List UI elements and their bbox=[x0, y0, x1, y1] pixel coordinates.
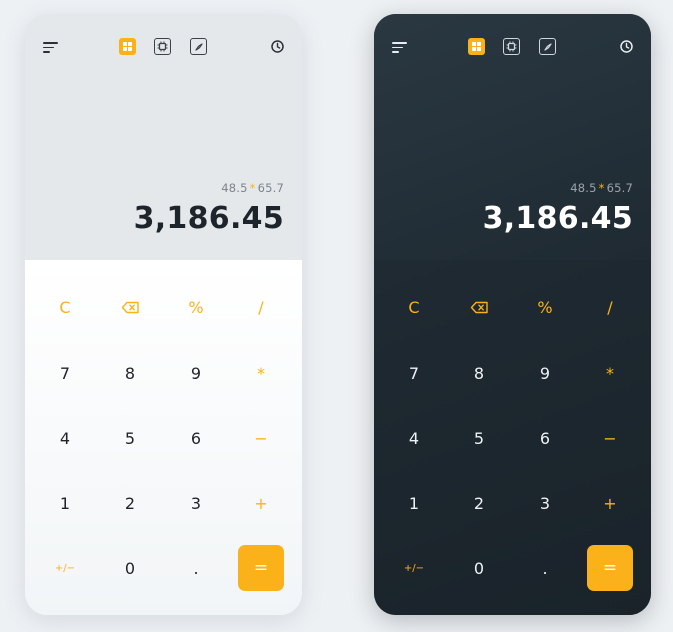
compass-icon bbox=[194, 42, 203, 51]
plus-key[interactable]: + bbox=[587, 480, 633, 526]
key-1[interactable]: 1 bbox=[42, 480, 88, 526]
expression-left-operand: 48.5 bbox=[570, 181, 597, 195]
key-2[interactable]: 2 bbox=[456, 480, 502, 526]
equals-key[interactable]: = bbox=[587, 545, 633, 591]
key-0[interactable]: 0 bbox=[107, 545, 153, 591]
converter-mode-button[interactable] bbox=[539, 38, 556, 55]
display-panel: 48.5 * 65.7 3,186.45 bbox=[374, 14, 651, 260]
clock-icon[interactable] bbox=[620, 40, 633, 53]
menu-icon[interactable] bbox=[392, 42, 407, 53]
key-5[interactable]: 5 bbox=[456, 415, 502, 461]
key-2[interactable]: 2 bbox=[107, 480, 153, 526]
scientific-mode-button[interactable] bbox=[503, 38, 520, 55]
clear-key[interactable]: C bbox=[391, 284, 437, 330]
divide-key[interactable]: / bbox=[587, 284, 633, 330]
plus-key[interactable]: + bbox=[238, 480, 284, 526]
negate-key[interactable]: +/− bbox=[391, 545, 437, 591]
key-4[interactable]: 4 bbox=[391, 415, 437, 461]
grid-icon bbox=[472, 42, 481, 51]
calculator-light: 48.5 * 65.7 3,186.45 C % / 7 8 9 * 4 5 6 −… bbox=[25, 14, 302, 615]
backspace-icon bbox=[121, 301, 139, 313]
key-5[interactable]: 5 bbox=[107, 415, 153, 461]
key-3[interactable]: 3 bbox=[522, 480, 568, 526]
key-8[interactable]: 8 bbox=[107, 350, 153, 396]
key-4[interactable]: 4 bbox=[42, 415, 88, 461]
minus-key[interactable]: − bbox=[587, 415, 633, 461]
multiply-key[interactable]: * bbox=[238, 350, 284, 396]
decimal-key[interactable]: . bbox=[173, 545, 219, 591]
compass-icon bbox=[543, 42, 552, 51]
percent-key[interactable]: % bbox=[173, 284, 219, 330]
backspace-icon bbox=[470, 301, 488, 313]
expression-operator: * bbox=[249, 181, 256, 195]
backspace-key[interactable] bbox=[456, 284, 502, 330]
display-panel: 48.5 * 65.7 3,186.45 bbox=[25, 14, 302, 260]
grid-icon bbox=[123, 42, 132, 51]
key-9[interactable]: 9 bbox=[173, 350, 219, 396]
scientific-mode-button[interactable] bbox=[154, 38, 171, 55]
divide-key[interactable]: / bbox=[238, 284, 284, 330]
menu-icon[interactable] bbox=[43, 42, 58, 53]
negate-key[interactable]: +/− bbox=[42, 545, 88, 591]
key-7[interactable]: 7 bbox=[391, 350, 437, 396]
chip-icon bbox=[157, 41, 168, 52]
standard-mode-button[interactable] bbox=[119, 38, 136, 55]
expression-operator: * bbox=[598, 181, 605, 195]
result-value: 3,186.45 bbox=[482, 201, 633, 236]
multiply-key[interactable]: * bbox=[587, 350, 633, 396]
key-0[interactable]: 0 bbox=[456, 545, 502, 591]
equals-key[interactable]: = bbox=[238, 545, 284, 591]
key-6[interactable]: 6 bbox=[173, 415, 219, 461]
expression-text: 48.5 * 65.7 bbox=[570, 181, 633, 195]
key-3[interactable]: 3 bbox=[173, 480, 219, 526]
converter-mode-button[interactable] bbox=[190, 38, 207, 55]
expression-right-operand: 65.7 bbox=[606, 181, 633, 195]
result-value: 3,186.45 bbox=[133, 201, 284, 236]
key-9[interactable]: 9 bbox=[522, 350, 568, 396]
key-8[interactable]: 8 bbox=[456, 350, 502, 396]
calculator-dark: 48.5 * 65.7 3,186.45 C % / 7 8 9 * 4 5 6 −… bbox=[374, 14, 651, 615]
clock-icon[interactable] bbox=[271, 40, 284, 53]
expression-right-operand: 65.7 bbox=[257, 181, 284, 195]
backspace-key[interactable] bbox=[107, 284, 153, 330]
decimal-key[interactable]: . bbox=[522, 545, 568, 591]
expression-left-operand: 48.5 bbox=[221, 181, 248, 195]
minus-key[interactable]: − bbox=[238, 415, 284, 461]
key-7[interactable]: 7 bbox=[42, 350, 88, 396]
standard-mode-button[interactable] bbox=[468, 38, 485, 55]
chip-icon bbox=[506, 41, 517, 52]
percent-key[interactable]: % bbox=[522, 284, 568, 330]
clear-key[interactable]: C bbox=[42, 284, 88, 330]
key-6[interactable]: 6 bbox=[522, 415, 568, 461]
key-1[interactable]: 1 bbox=[391, 480, 437, 526]
expression-text: 48.5 * 65.7 bbox=[221, 181, 284, 195]
